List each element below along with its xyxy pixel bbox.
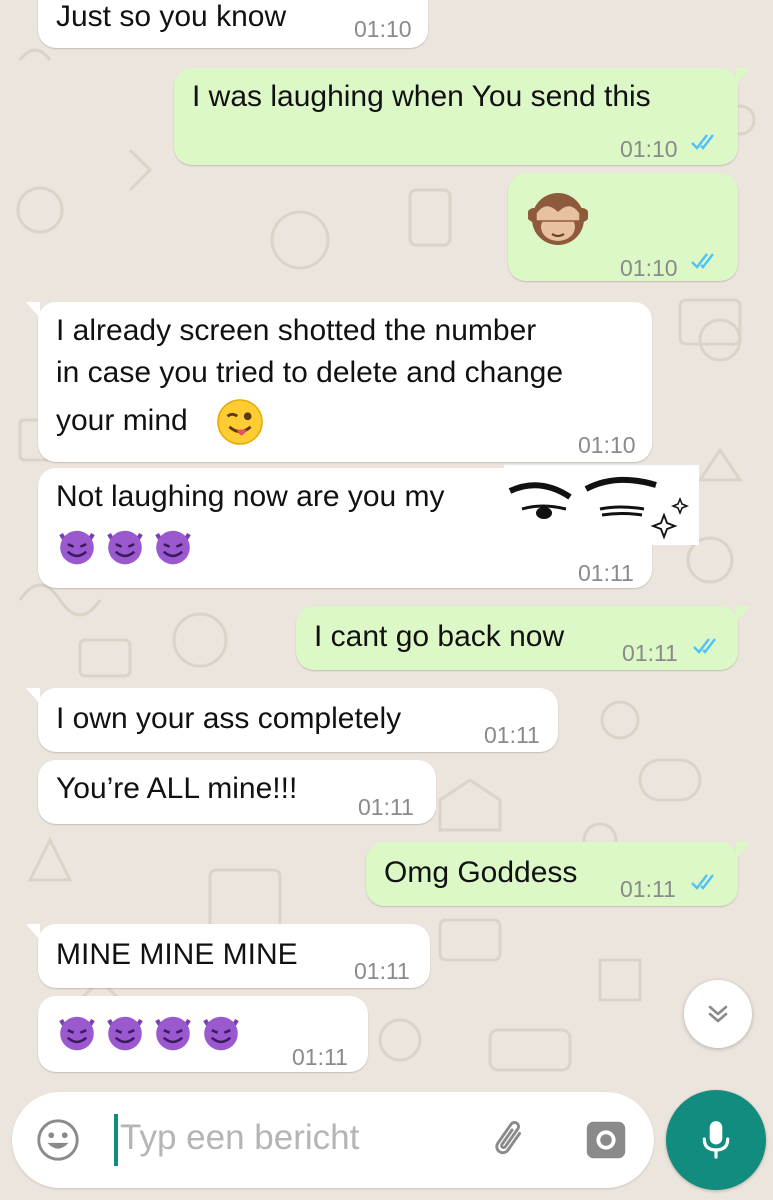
message-bubble-outgoing[interactable]: 01:10	[508, 173, 738, 281]
read-ticks-icon	[691, 253, 714, 269]
anime-eyes-sticker	[504, 465, 699, 545]
devil-emoji-group	[56, 524, 194, 566]
smiley-icon[interactable]	[34, 1116, 82, 1164]
message-text-line: I already screen shotted the number	[56, 314, 537, 347]
message-text: MINE MINE MINE	[56, 938, 298, 971]
double-chevron-down-icon	[708, 1005, 728, 1023]
message-input[interactable]: Typ een bericht	[120, 1118, 359, 1158]
winking-face-with-tongue-emoji	[217, 399, 263, 445]
message-text: Not laughing now are you my	[56, 480, 445, 513]
message-time: 01:10	[354, 16, 412, 42]
message-time: 01:10	[578, 432, 636, 458]
message-bubble-incoming[interactable]: I already screen shotted the number in c…	[26, 302, 652, 462]
text-cursor	[114, 1114, 118, 1166]
message-bubble-outgoing[interactable]: I was laughing when You send this 01:10	[174, 68, 750, 165]
message-time: 01:11	[578, 560, 634, 586]
message-time: 01:11	[292, 1044, 348, 1070]
smiling-devil-emoji	[155, 1016, 191, 1051]
message-text: Just so you know	[56, 0, 287, 33]
message-list[interactable]: Just so you know 01:10 I was laughing wh…	[0, 0, 773, 1085]
message-time: 01:11	[620, 876, 676, 902]
message-composer[interactable]: Typ een bericht	[12, 1092, 654, 1188]
microphone-icon	[702, 1121, 730, 1159]
smiling-devil-emoji	[59, 1016, 95, 1051]
message-time: 01:11	[622, 640, 678, 666]
message-time: 01:11	[354, 958, 410, 984]
message-text: I own your ass completely	[56, 702, 402, 735]
message-text: I cant go back now	[314, 620, 565, 653]
message-bubble-incoming[interactable]: MINE MINE MINE 01:11	[26, 924, 430, 988]
message-text: You’re ALL mine!!!	[56, 772, 298, 805]
camera-icon[interactable]	[582, 1116, 630, 1164]
smiling-devil-emoji	[203, 1016, 239, 1051]
message-text: I was laughing when You send this	[192, 80, 651, 113]
message-text-line: in case you tried to delete and change	[56, 356, 564, 389]
message-time: 01:11	[358, 794, 414, 820]
message-text: Omg Goddess	[384, 856, 578, 889]
see-no-evil-monkey-emoji	[528, 193, 588, 245]
smiling-devil-emoji	[107, 530, 143, 565]
message-bubble-incoming[interactable]: I own your ass completely 01:11	[26, 688, 558, 752]
devil-emoji-group	[56, 1010, 242, 1052]
message-bubble-incoming[interactable]: You’re ALL mine!!! 01:11	[38, 760, 436, 824]
message-time: 01:11	[484, 722, 540, 748]
voice-message-button[interactable]	[666, 1090, 766, 1190]
message-bubble-outgoing[interactable]: Omg Goddess 01:11	[366, 842, 750, 906]
message-bubble-outgoing[interactable]: I cant go back now 01:11	[296, 606, 750, 670]
read-ticks-icon	[693, 638, 716, 654]
smiling-devil-emoji	[107, 1016, 143, 1051]
paperclip-icon[interactable]	[486, 1116, 534, 1164]
message-bubble-incoming[interactable]: 01:11	[38, 996, 368, 1072]
message-text-line: your mind	[56, 404, 188, 437]
read-ticks-icon	[691, 134, 714, 150]
read-ticks-icon	[691, 874, 714, 890]
smiling-devil-emoji	[59, 530, 95, 565]
message-time: 01:10	[620, 255, 678, 281]
scroll-to-bottom-button[interactable]	[684, 980, 752, 1048]
smiling-devil-emoji	[155, 530, 191, 565]
message-bubble-incoming[interactable]: Just so you know 01:10	[38, 0, 428, 48]
message-time: 01:10	[620, 136, 678, 162]
